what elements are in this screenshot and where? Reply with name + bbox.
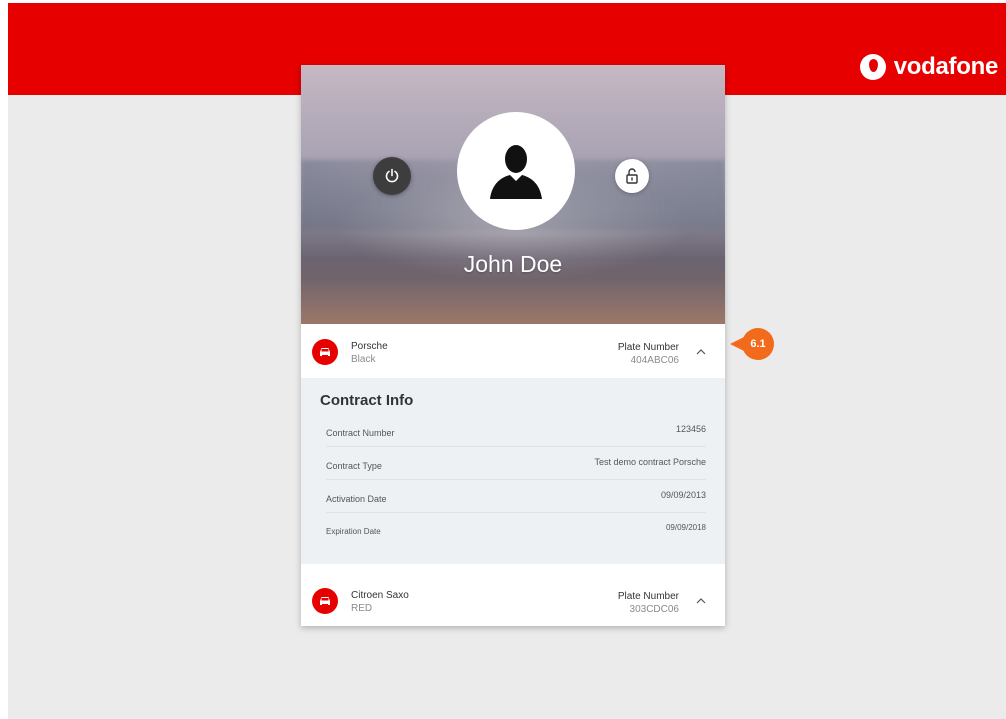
contract-row-label: Contract Type bbox=[326, 461, 382, 471]
lock-button[interactable] bbox=[615, 159, 649, 193]
user-silhouette-icon bbox=[490, 145, 542, 199]
vehicle-color: RED bbox=[351, 603, 373, 614]
plate-value: 404ABC06 bbox=[630, 355, 679, 366]
contract-row-value: 09/09/2013 bbox=[660, 490, 706, 500]
profile-hero: John Doe bbox=[301, 65, 725, 324]
chevron-up-icon[interactable] bbox=[694, 346, 708, 358]
contract-row-value: 09/09/2018 bbox=[665, 523, 706, 532]
contract-row: Activation Date 09/09/2013 bbox=[326, 480, 706, 513]
page-background: vodafone John Doe Porsche Black Plate Nu… bbox=[8, 3, 1006, 719]
unlock-icon bbox=[626, 168, 638, 184]
contract-info-title: Contract Info bbox=[320, 392, 414, 409]
hero-background-road bbox=[301, 234, 725, 324]
vehicle-row[interactable]: Porsche Black Plate Number 404ABC06 bbox=[301, 324, 725, 378]
profile-card: John Doe Porsche Black Plate Number 404A… bbox=[301, 65, 725, 626]
plate-label: Plate Number bbox=[617, 591, 679, 602]
car-icon bbox=[312, 588, 338, 614]
contract-row-label: Contract Number bbox=[326, 428, 395, 438]
brand-name: vodafone bbox=[893, 53, 999, 80]
callout-badge: 6.1 bbox=[742, 328, 774, 360]
vehicle-row[interactable]: Citroen Saxo RED Plate Number 303CDC06 bbox=[301, 573, 725, 626]
contract-row: Contract Number 123456 bbox=[326, 414, 706, 447]
power-button[interactable] bbox=[373, 157, 411, 195]
contract-info-panel: Contract Info Contract Number 123456 Con… bbox=[301, 378, 725, 564]
vodafone-speechmark-icon bbox=[859, 54, 886, 80]
avatar bbox=[457, 112, 575, 230]
chevron-up-icon[interactable] bbox=[694, 595, 708, 607]
car-icon bbox=[312, 339, 338, 365]
plate-value: 303CDC06 bbox=[629, 604, 679, 615]
annotation-callout: 6.1 bbox=[730, 328, 774, 360]
contract-row-value: 123456 bbox=[675, 424, 706, 434]
contract-row-label: Expiration Date bbox=[326, 527, 381, 536]
power-icon bbox=[385, 168, 399, 183]
vodafone-logo: vodafone bbox=[859, 53, 999, 81]
plate-label: Plate Number bbox=[617, 342, 679, 353]
vehicle-color: Black bbox=[351, 354, 376, 365]
user-name: John Doe bbox=[463, 251, 563, 277]
vehicle-model: Porsche bbox=[351, 341, 388, 352]
contract-row: Expiration Date 09/09/2018 bbox=[326, 513, 706, 545]
contract-row-label: Activation Date bbox=[326, 494, 387, 504]
contract-row-value: Test demo contract Porsche bbox=[594, 457, 706, 467]
vehicle-model: Citroen Saxo bbox=[351, 590, 409, 601]
contract-row: Contract Type Test demo contract Porsche bbox=[326, 447, 706, 480]
